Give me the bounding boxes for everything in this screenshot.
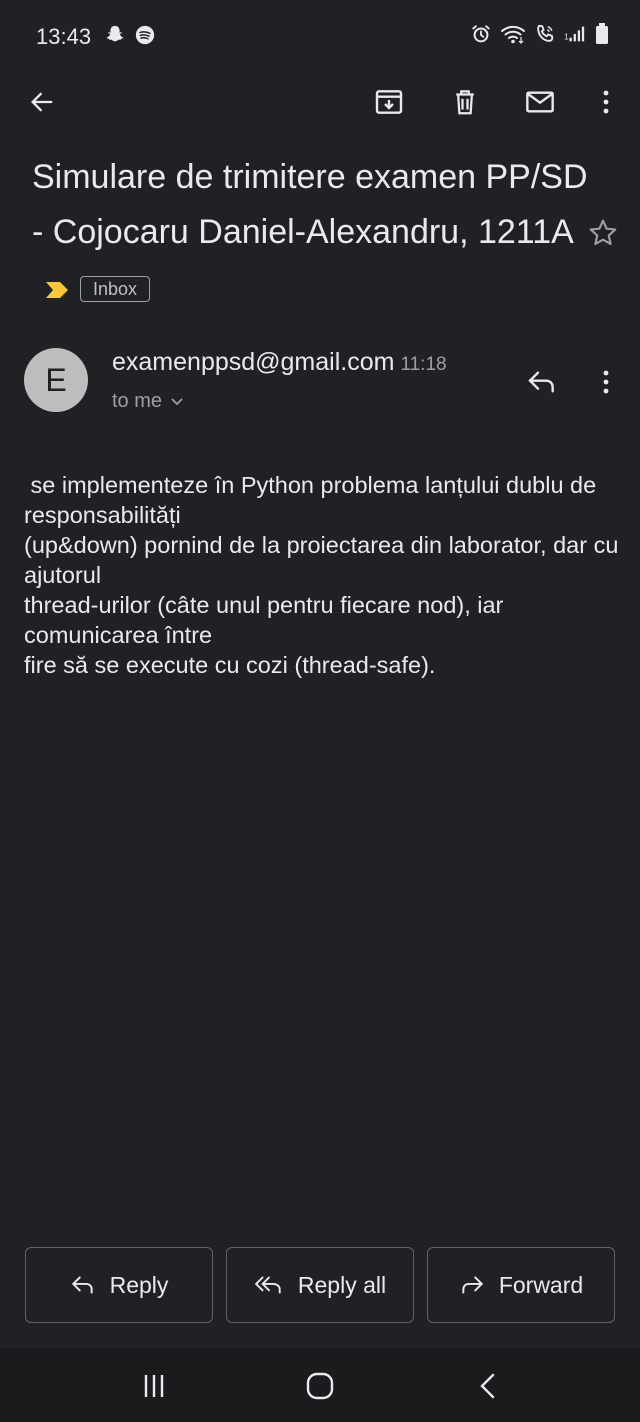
body-line: fire să se execute cu cozi (thread-safe)… [24,652,436,678]
forward-button[interactable]: Forward [427,1247,615,1323]
battery-icon [596,23,608,44]
important-marker-icon[interactable] [44,262,70,317]
recipient-details-toggle[interactable]: to me [112,390,184,413]
volte-call-icon [537,24,554,42]
back-arrow-icon [31,92,53,112]
reply-label: Reply [109,1271,169,1298]
chevron-down-icon [171,397,183,405]
alarm-icon [472,25,490,43]
body-line: se implementeze în Python problema lanțu… [24,472,603,528]
back-button[interactable] [20,80,64,124]
status-bar: 13:43 1 [0,0,640,72]
email-body: se implementeze în Python problema lanțu… [24,470,624,680]
home-button[interactable] [300,1366,340,1406]
sender-avatar[interactable]: E [24,348,88,412]
reply-all-button[interactable]: Reply all [226,1247,414,1323]
recents-icon [144,1375,164,1397]
subject-text: Simulare de trimitere examen PP/SD - Coj… [32,158,588,251]
back-chevron-icon [480,1373,495,1399]
message-more-button[interactable] [590,362,622,402]
email-time: 11:18 [400,354,447,375]
forward-icon [462,1276,483,1294]
reply-icon [528,371,554,393]
snapchat-icon [106,25,124,42]
star-button[interactable] [582,212,624,254]
recents-button[interactable] [134,1366,174,1406]
reply-all-label: Reply all [297,1271,387,1298]
reply-button[interactable]: Reply [25,1247,213,1323]
mark-unread-icon [526,91,554,113]
system-nav-bar [0,1348,640,1422]
wifi-icon [501,25,525,44]
svg-text:1: 1 [564,33,569,42]
message-actions: Reply Reply all Forward [25,1247,615,1323]
back-nav-button[interactable] [468,1366,508,1406]
more-vert-icon [603,370,609,394]
forward-label: Forward [498,1271,584,1298]
inbox-label-chip[interactable]: Inbox [80,276,151,303]
toolbar [0,72,640,128]
email-subject: Simulare de trimitere examen PP/SD - Coj… [32,150,592,317]
star-icon [589,219,617,245]
home-icon [306,1372,334,1400]
reply-all-icon [254,1276,281,1294]
quick-reply-button[interactable] [520,362,564,402]
body-line: thread-urilor (câte unul pentru fiecare … [24,592,504,648]
spotify-icon [135,25,155,45]
archive-button[interactable] [367,80,411,124]
more-vert-icon [603,90,609,114]
body-line: (up&down) pornind de la proiectarea din … [24,532,619,588]
more-options-button[interactable] [584,80,628,124]
status-time: 13:43 [36,24,92,49]
sender-line: examenppsd@gmail.com 11:18 [112,348,447,377]
sender-email[interactable]: examenppsd@gmail.com [112,348,394,376]
archive-icon [375,90,403,114]
delete-icon [456,90,474,115]
delete-button[interactable] [443,80,487,124]
mark-unread-button[interactable] [518,80,562,124]
signal-icon: 1 [564,26,585,42]
recipient-text: to me [112,390,163,412]
reply-icon [71,1276,93,1294]
